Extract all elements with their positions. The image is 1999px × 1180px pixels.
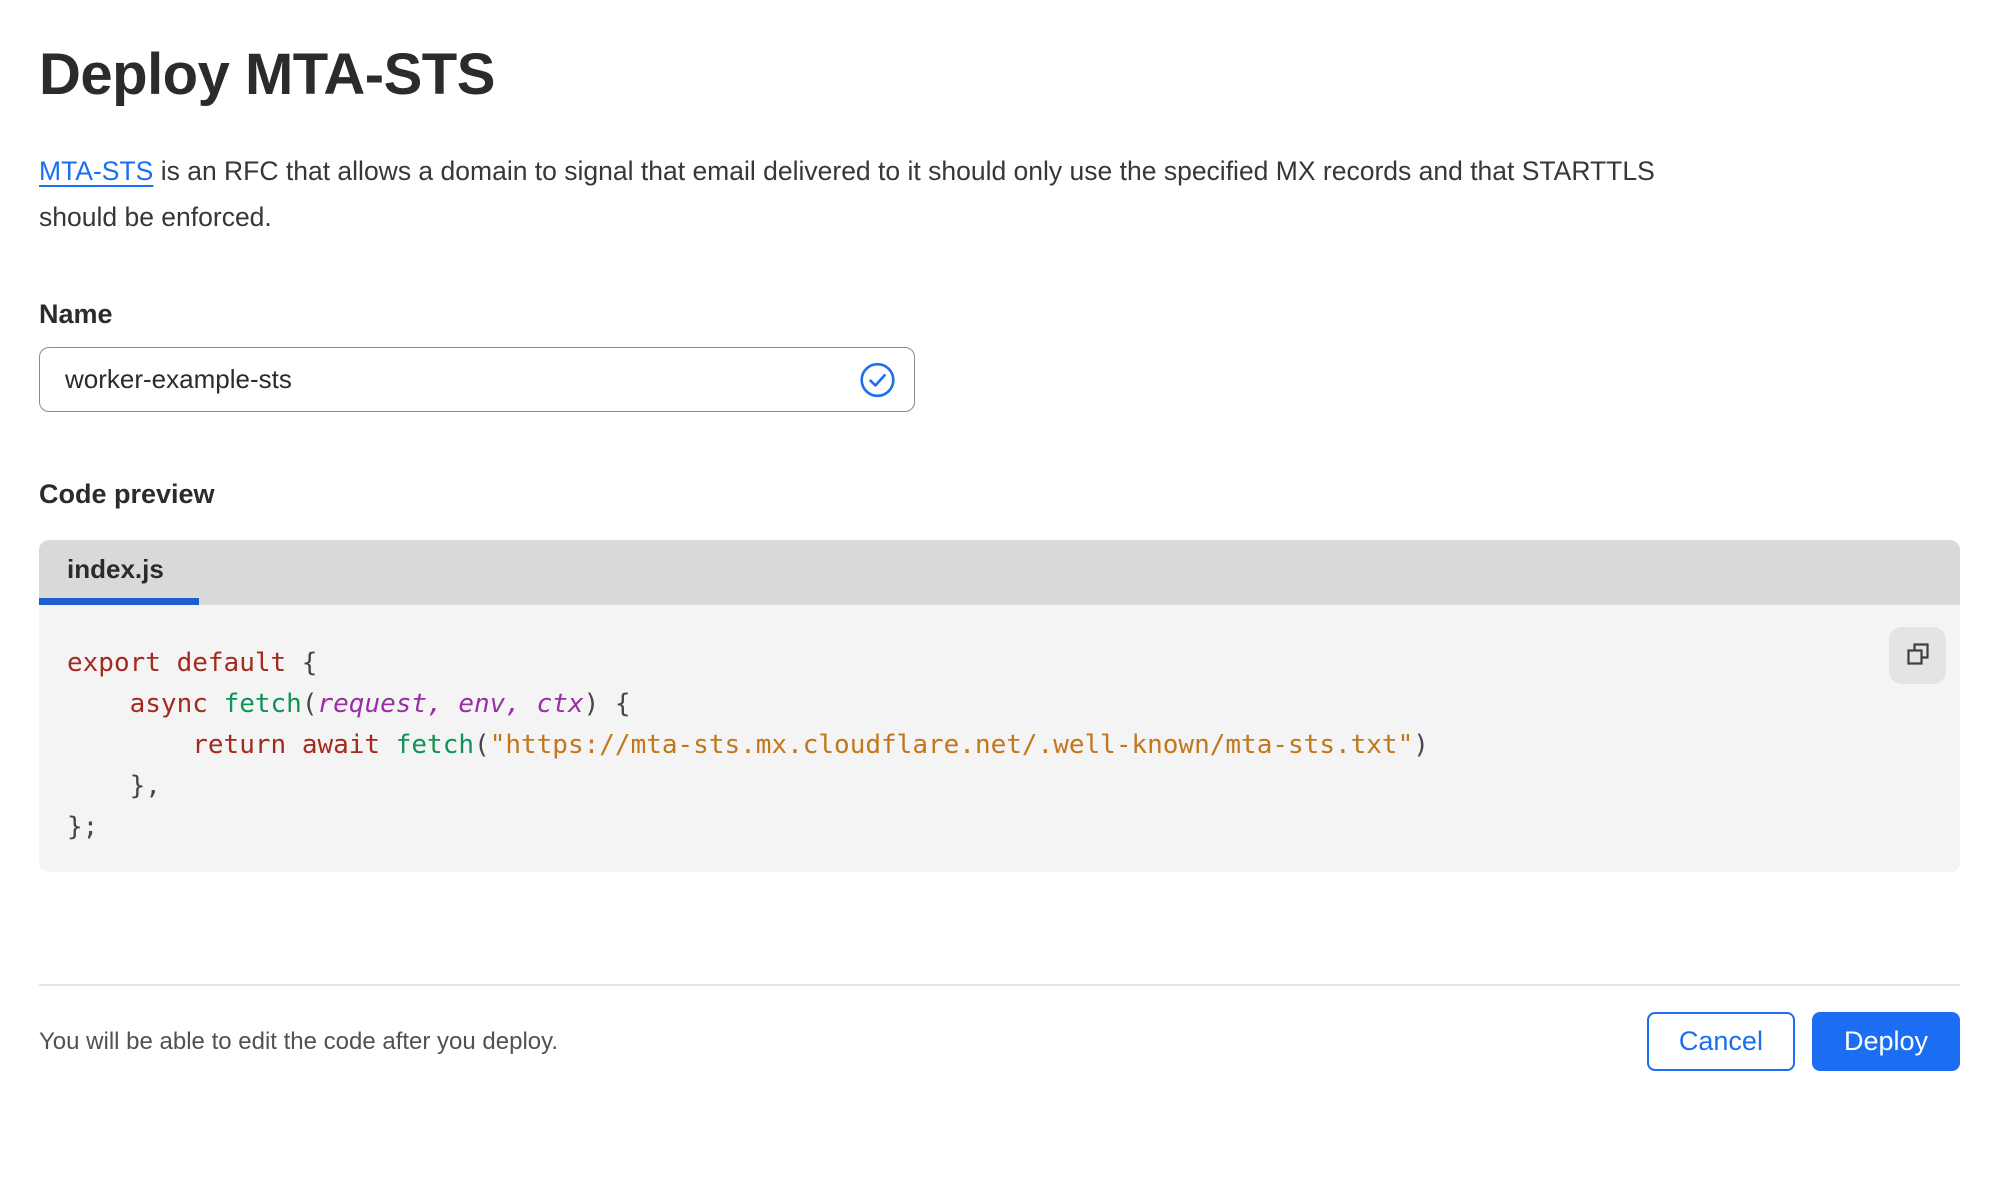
code-preview-label: Code preview [39, 479, 215, 509]
page-title: Deploy MTA-STS [39, 42, 495, 107]
code-line: return await fetch("https://mta-sts.mx.c… [192, 730, 1429, 760]
copy-button[interactable] [1889, 627, 1946, 684]
name-input[interactable] [39, 347, 915, 412]
copy-icon [1904, 640, 1932, 671]
code-line: export default { [67, 648, 318, 678]
code-area: export default { async fetch(request, en… [39, 605, 1960, 872]
footer-note: You will be able to edit the code after … [39, 1027, 559, 1055]
footer-divider [39, 984, 1960, 986]
description: MTA-STS is an RFC that allows a domain t… [39, 148, 1960, 240]
deploy-mta-sts-page: Deploy MTA-STS MTA-STS is an RFC that al… [0, 42, 1999, 1071]
code-preview-box: index.js export default { async fetch(re… [39, 540, 1960, 872]
footer-actions: Cancel Deploy [1646, 1012, 1960, 1071]
deploy-button[interactable]: Deploy [1811, 1012, 1960, 1071]
name-label: Name [39, 299, 113, 329]
code-line: }, [67, 771, 161, 801]
description-line1: is an RFC that allows a domain to signal… [153, 156, 1655, 186]
code-line: }; [67, 812, 99, 842]
code-tabbar: index.js [39, 540, 1960, 605]
mta-sts-link[interactable]: MTA-STS [39, 156, 153, 186]
check-circle-icon [859, 361, 896, 398]
name-input-wrap [39, 347, 915, 412]
code-line: async fetch(request, env, ctx) { [129, 689, 631, 719]
description-line2: should be enforced. [39, 202, 272, 232]
code-content: export default { async fetch(request, en… [67, 643, 1880, 848]
cancel-button[interactable]: Cancel [1646, 1012, 1795, 1071]
footer: You will be able to edit the code after … [39, 1012, 1960, 1071]
tab-index-js[interactable]: index.js [39, 540, 199, 605]
